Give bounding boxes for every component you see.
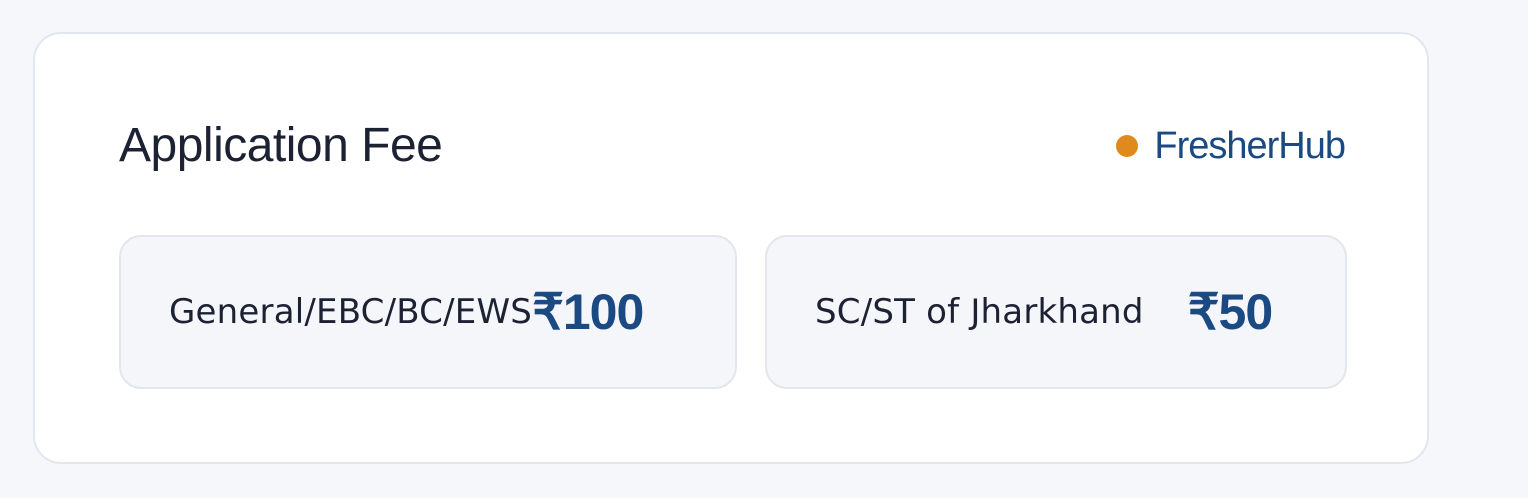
fee-category-label: General/EBC/BC/EWS bbox=[169, 292, 533, 332]
brand-name: FresherHub bbox=[1154, 125, 1346, 167]
brand-dot-icon bbox=[1116, 135, 1139, 157]
brand-tag: FresherHub bbox=[1116, 122, 1346, 170]
application-fee-card: Application Fee FresherHub General/EBC/B… bbox=[33, 32, 1429, 464]
fee-item-sc-st: SC/ST of Jharkhand ₹50 bbox=[765, 235, 1347, 389]
fee-item-general: General/EBC/BC/EWS ₹100 bbox=[119, 235, 737, 389]
card-title: Application Fee bbox=[119, 119, 443, 172]
fee-amount: ₹100 bbox=[532, 284, 644, 340]
fee-amount: ₹50 bbox=[1187, 284, 1273, 340]
fee-category-label: SC/ST of Jharkhand bbox=[815, 292, 1144, 332]
